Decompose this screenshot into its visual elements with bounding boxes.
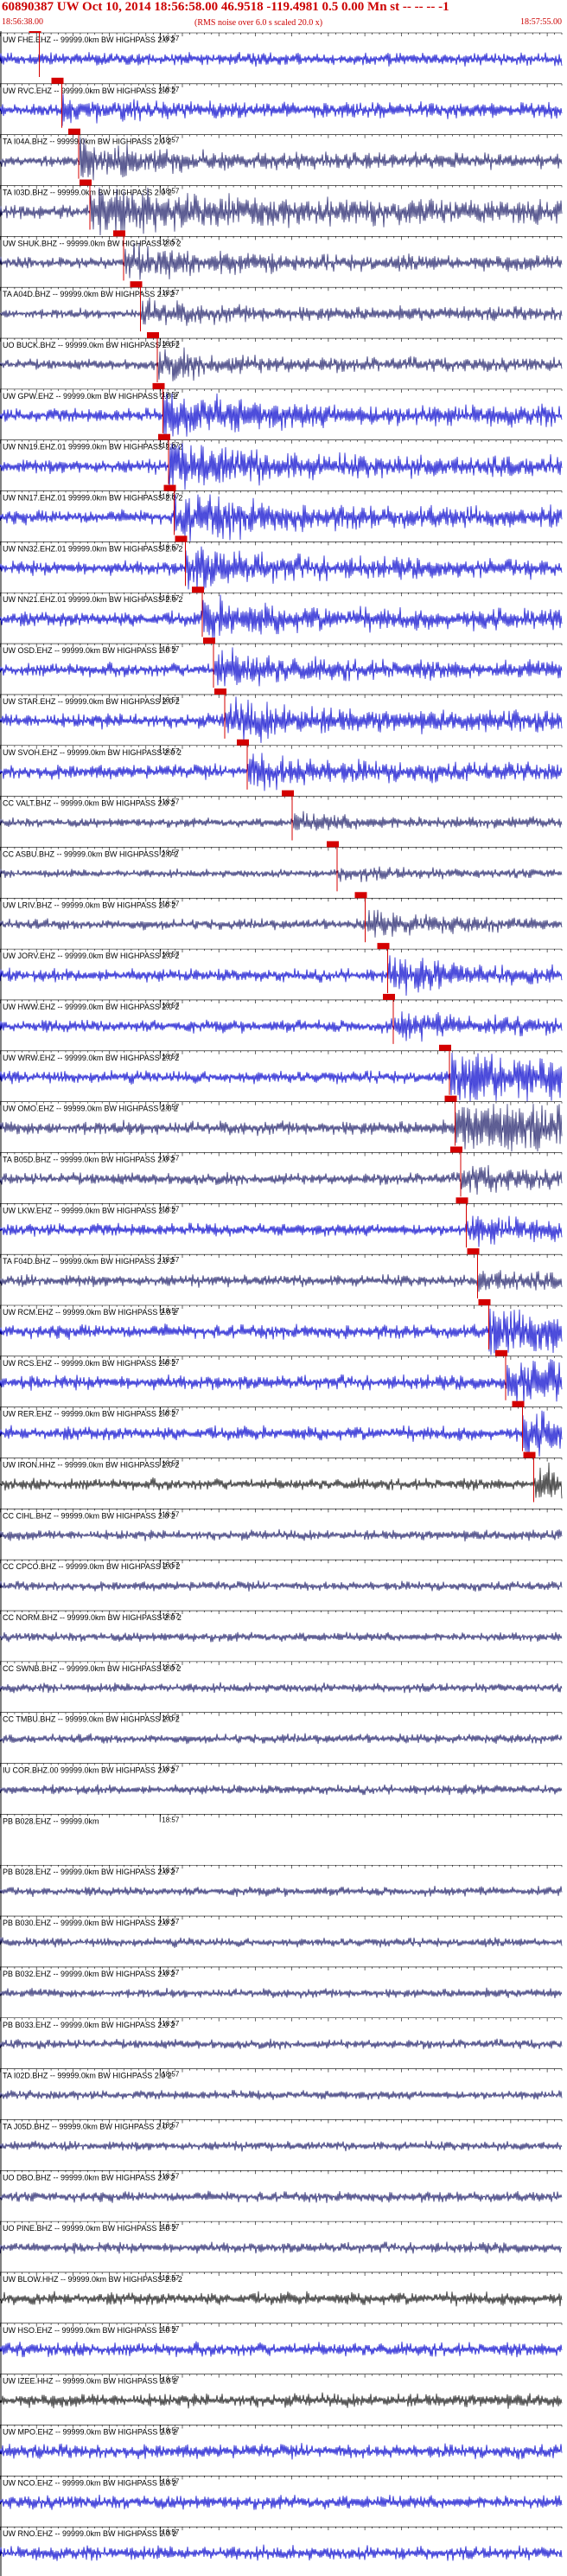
trace-label: UW RER.EHZ -- 99999.0km BW HIGHPASS 2.0 … bbox=[3, 1410, 175, 1419]
trace-label: CC TMBU.BHZ -- 99999.0km BW HIGHPASS 2.0… bbox=[3, 1715, 180, 1724]
trace-label: UO PINE.BHZ -- 99999.0km BW HIGHPASS 2.0… bbox=[3, 2224, 176, 2233]
trace-label: CC ASBU.BHZ -- 99999.0km BW HIGHPASS 2.0… bbox=[3, 849, 178, 858]
waveform bbox=[0, 2544, 563, 2561]
waveform bbox=[0, 2241, 563, 2254]
waveform bbox=[0, 1580, 563, 1592]
trace-label: UO DBO.BHZ -- 99999.0km BW HIGHPASS 2.0 … bbox=[3, 2173, 175, 2182]
trace-label: TA J05D.BHZ -- 99999.0km BW HIGHPASS 2.0… bbox=[3, 2122, 174, 2131]
trace-label: PB B033.EHZ -- 99999.0km BW HIGHPASS 2.0… bbox=[3, 2021, 175, 2029]
trace-label: UW LKW.EHZ -- 99999.0km BW HIGHPASS 2.0 … bbox=[3, 1206, 175, 1214]
waveform bbox=[0, 1215, 563, 1247]
trace-label: UW NN32.EHZ.01 99999.0km BW HIGHPASS 2.0… bbox=[3, 544, 182, 553]
waveform bbox=[0, 297, 563, 326]
trace-label: UW OMO.EHZ -- 99999.0km BW HIGHPASS 2.0 … bbox=[3, 1105, 178, 1113]
trace-label: PB B030.EHZ -- 99999.0km BW HIGHPASS 2.0… bbox=[3, 1919, 175, 1927]
waveform bbox=[0, 2140, 563, 2152]
trace-label: PB B028.EHZ -- 99999.0km BW HIGHPASS 2.0… bbox=[3, 1868, 175, 1876]
trace-label: TA I03D.BHZ -- 99999.0km BW HIGHPASS 2.0… bbox=[3, 189, 172, 197]
waveform bbox=[0, 137, 563, 181]
waveform bbox=[0, 2443, 563, 2460]
waveform bbox=[0, 2038, 563, 2050]
trace-label: CC NORM.BHZ -- 99999.0km BW HIGHPASS 2.0… bbox=[3, 1613, 182, 1622]
waveform bbox=[0, 811, 563, 831]
minute-tick-label: 18:57 bbox=[162, 1816, 180, 1823]
trace-label: UW RCM.EHZ -- 99999.0km BW HIGHPASS 2.0 … bbox=[3, 1308, 177, 1317]
trace-label: TA I02D.BHZ -- 99999.0km BW HIGHPASS 2.0… bbox=[3, 2072, 172, 2080]
trace-label: PB B032.EHZ -- 99999.0km BW HIGHPASS 2.0… bbox=[3, 1970, 175, 1978]
rms-note: (RMS noise over 6.0 s scaled 20.0 x) bbox=[194, 18, 323, 28]
trace-label: UW OSD.EHZ -- 99999.0km BW HIGHPASS 2.0 … bbox=[3, 646, 176, 655]
waveform bbox=[0, 51, 563, 67]
trace-label: UW FHE.EHZ -- 99999.0km BW HIGHPASS 2.0 … bbox=[3, 35, 175, 44]
trace-label: TA A04D.BHZ -- 99999.0km BW HIGHPASS 2.0… bbox=[3, 290, 175, 298]
trace-label: UW NN17.EHZ.01 99999.0km BW HIGHPASS 2.0… bbox=[3, 494, 182, 503]
event-title: 60890387 UW Oct 10, 2014 18:56:58.00 46.… bbox=[2, 0, 449, 14]
trace-label: PB B028.EHZ -- 99999.0km bbox=[3, 1817, 99, 1825]
trace-label: UW BLOW.HHZ -- 99999.0km BW HIGHPASS 2.0… bbox=[3, 2275, 182, 2284]
waveform bbox=[0, 2494, 563, 2510]
trace-label: UW WRW.EHZ -- 99999.0km BW HIGHPASS 2.0 … bbox=[3, 1054, 179, 1062]
waveform bbox=[0, 546, 563, 592]
waveform bbox=[0, 2341, 563, 2358]
record-header: 60890387 UW Oct 10, 2014 18:56:58.00 46.… bbox=[0, 0, 567, 31]
trace-label: UW GPW.EHZ -- 99999.0km BW HIGHPASS 2.0 … bbox=[3, 392, 177, 400]
trace-label: UW RVC.EHZ -- 99999.0km BW HIGHPASS 2.0 … bbox=[3, 87, 175, 95]
waveform bbox=[0, 1011, 563, 1042]
trace-label: CC VALT.BHZ -- 99999.0km BW HIGHPASS 2.0… bbox=[3, 799, 175, 808]
trace-label: TA F04D.BHZ -- 99999.0km BW HIGHPASS 2.0… bbox=[3, 1257, 175, 1266]
waveform bbox=[0, 1987, 563, 1999]
trace-label: UW NN19.EHZ.01 99999.0km BW HIGHPASS 2.0… bbox=[3, 443, 182, 452]
trace-label: CC SWNB.BHZ -- 99999.0km BW HIGHPASS 2.0… bbox=[3, 1664, 181, 1673]
waveform bbox=[0, 2089, 563, 2100]
waveform bbox=[0, 1733, 563, 1745]
trace-label: UW IRON.HHZ -- 99999.0km BW HIGHPASS 2.0… bbox=[3, 1461, 179, 1470]
waveform bbox=[0, 909, 563, 938]
waveform bbox=[0, 1631, 563, 1643]
waveform bbox=[0, 1682, 563, 1694]
trace-label: UW NN21.EHZ.01 99999.0km BW HIGHPASS 2.0… bbox=[3, 595, 182, 604]
trace-label: UW LRIV.BHZ -- 99999.0km BW HIGHPASS 2.0… bbox=[3, 900, 176, 909]
waveform bbox=[0, 1886, 563, 1898]
trace-label: UO BUCK.BHZ -- 99999.0km BW HIGHPASS 2.0… bbox=[3, 341, 180, 349]
start-time: 18:56:38.00 bbox=[2, 17, 44, 27]
trace-label: UW SVOH.EHZ -- 99999.0km BW HIGHPASS 2.0… bbox=[3, 748, 182, 757]
waveform bbox=[0, 1528, 563, 1542]
trace-label: UW RCS.EHZ -- 99999.0km BW HIGHPASS 2.0 … bbox=[3, 1359, 175, 1368]
waveform bbox=[0, 2291, 563, 2307]
waveform bbox=[0, 1937, 563, 1948]
waveform bbox=[0, 1784, 563, 1796]
trace-label: TA B05D.BHZ -- 99999.0km BW HIGHPASS 2.0… bbox=[3, 1155, 175, 1163]
trace-label: UW NCO.EHZ -- 99999.0km BW HIGHPASS 2.0 … bbox=[3, 2478, 176, 2487]
trace-label: IU COR.BHZ.00 99999.0km BW HIGHPASS 2.0 … bbox=[3, 1766, 175, 1775]
trace-label: TA I04A.BHZ -- 99999.0km BW HIGHPASS 2.0… bbox=[3, 138, 171, 146]
trace-label: UW HWW.EHZ -- 99999.0km BW HIGHPASS 2.0 … bbox=[3, 1003, 179, 1011]
trace-label: UW RNO.EHZ -- 99999.0km BW HIGHPASS 2.0 … bbox=[3, 2529, 176, 2538]
waveform bbox=[0, 93, 563, 126]
trace-label: UW MPO.EHZ -- 99999.0km BW HIGHPASS 2.0 … bbox=[3, 2427, 177, 2436]
waveform bbox=[0, 2190, 563, 2203]
waveform bbox=[0, 1164, 563, 1195]
waveform bbox=[0, 753, 563, 791]
trace-label: UW JORV.EHZ -- 99999.0km BW HIGHPASS 2.0… bbox=[3, 952, 179, 960]
waveform bbox=[0, 347, 563, 381]
waveform bbox=[0, 242, 563, 280]
trace-label: UW SHUK.BHZ -- 99999.0km BW HIGHPASS 2.0… bbox=[3, 239, 181, 247]
seismogram-plot: 18:57 UW FHE.EHZ -- 99999.0km BW HIGHPASS… bbox=[0, 31, 563, 2576]
waveform bbox=[0, 955, 563, 996]
trace-label: CC CPCO.BHZ -- 99999.0km BW HIGHPASS 2.0… bbox=[3, 1562, 180, 1571]
trace-label: UW HSO.EHZ -- 99999.0km BW HIGHPASS 2.0 … bbox=[3, 2326, 176, 2335]
trace-label: CC CIHL.BHZ -- 99999.0km BW HIGHPASS 2.0… bbox=[3, 1511, 175, 1520]
waveform bbox=[0, 866, 563, 882]
trace-label: UW IZEE.HHZ -- 99999.0km BW HIGHPASS 2.0… bbox=[3, 2377, 177, 2386]
waveform bbox=[0, 2392, 563, 2409]
end-time: 18:57:55.00 bbox=[519, 17, 562, 27]
trace-label: UW STAR.EHZ -- 99999.0km BW HIGHPASS 2.0… bbox=[3, 697, 180, 706]
